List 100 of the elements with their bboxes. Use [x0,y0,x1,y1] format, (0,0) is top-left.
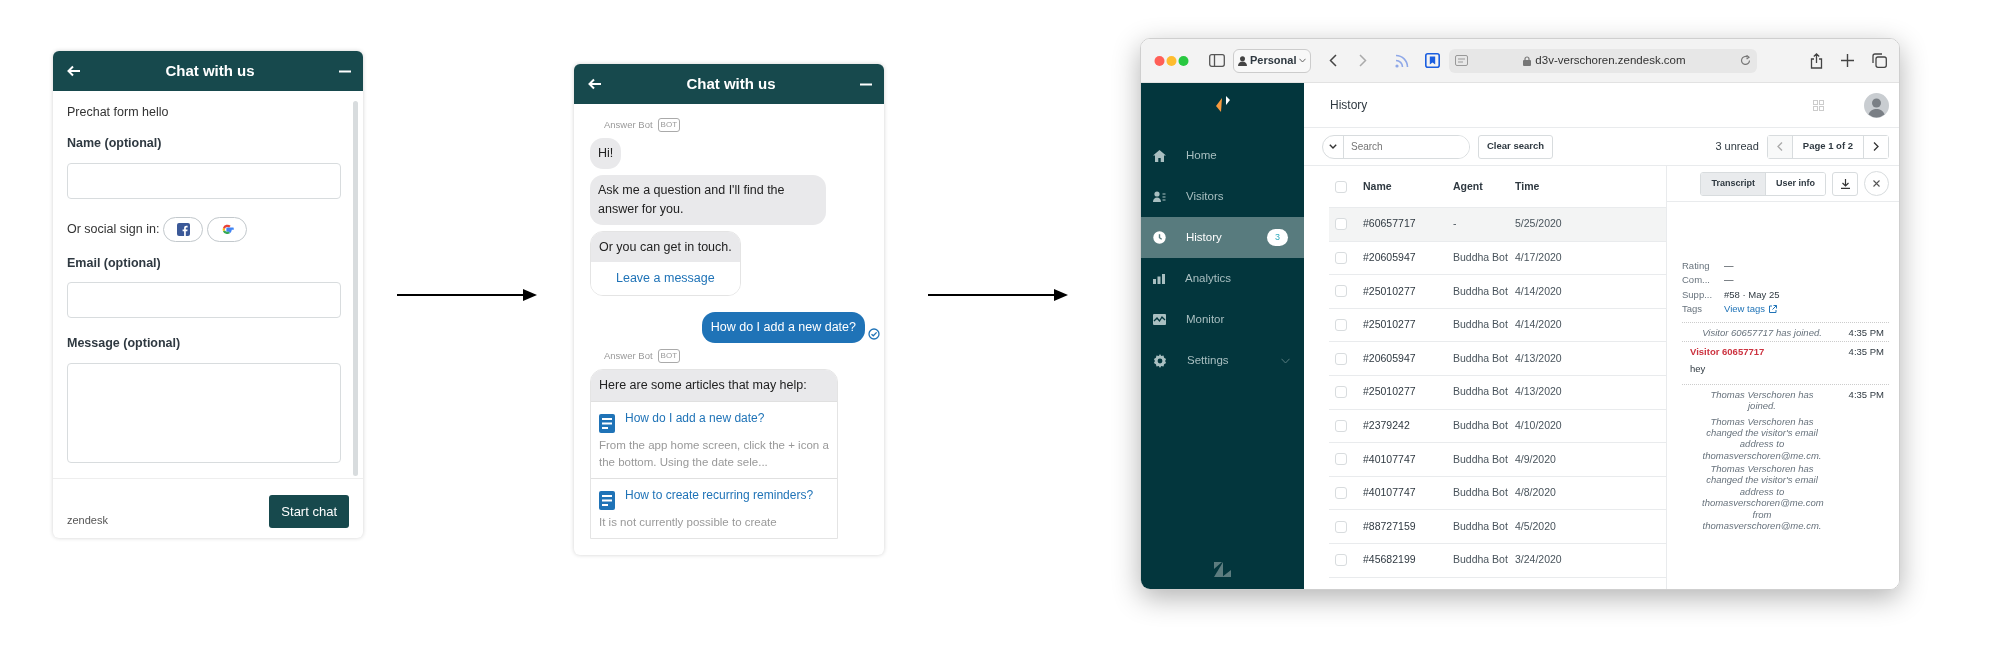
checkbox[interactable] [1335,180,1347,193]
scrollbar[interactable] [353,101,358,476]
table-cell: 4/9/2020 [1515,452,1556,465]
table-row[interactable]: #60657717 - 5/25/2020 [1329,208,1666,242]
download-button[interactable] [1832,171,1858,196]
article-link[interactable]: How to create recurring reminders? [625,486,814,504]
checkbox[interactable] [1335,352,1347,365]
tabs-overview-icon[interactable] [1872,53,1887,68]
checkbox[interactable] [1335,453,1347,466]
facebook-button[interactable] [163,216,204,242]
checkbox[interactable] [1335,218,1347,231]
field-value: — [1724,260,1734,272]
column-header[interactable]: Time [1515,179,1540,192]
table-cell: #25010277 [1363,318,1416,331]
address-bar[interactable]: d3v-verschoren.zendesk.com [1449,48,1758,73]
chat-message: hey [1690,363,1707,375]
sidebar-item[interactable]: Home [1141,135,1304,176]
widget-title: Chat with us [165,60,255,81]
delivered-check-icon [868,328,880,341]
sidebar-item[interactable]: Visitors [1141,176,1304,217]
avatar[interactable] [1864,92,1889,118]
system-event: Visitor 60657717 has joined. [1702,326,1822,338]
tab[interactable]: Transcript [1701,172,1765,195]
contacts-icon [1153,191,1166,202]
settings-icon [1153,353,1167,368]
checkbox[interactable] [1335,285,1347,298]
table-cell: #20605947 [1363,251,1416,263]
checkbox[interactable] [1335,520,1347,533]
table-row[interactable]: #40107747 Buddha Bot 4/9/2020 [1329,443,1666,477]
table-row[interactable]: #40107747 Buddha Bot 4/8/2020 [1329,476,1666,511]
minimize-icon[interactable] [339,69,351,73]
chevron-down-icon [1329,144,1337,149]
sidebar-item[interactable]: Settings [1141,340,1304,381]
window-controls-icon[interactable] [1154,54,1189,67]
tab[interactable]: User info [1765,172,1825,195]
google-button[interactable] [207,216,248,242]
table-cell: 4/8/2020 [1515,486,1556,499]
start-chat-button[interactable]: Start chat [269,494,349,528]
table-cell: Buddha Bot [1453,486,1508,499]
reload-icon[interactable] [1740,55,1752,66]
table-row[interactable]: #25010277 Buddha Bot 4/14/2020 [1329,275,1666,309]
sender-name: Answer Bot [604,348,653,363]
bookmark-icon[interactable] [1425,53,1441,68]
profile-button[interactable]: Personal [1233,48,1312,73]
share-icon[interactable] [1810,52,1823,69]
chevron-left-icon [1776,142,1783,151]
bot-message: Or you can get in touch. [591,231,740,263]
table-row[interactable]: #45682199 Buddha Bot 3/24/2020 [1329,543,1666,578]
feed-icon[interactable] [1395,53,1410,68]
table-cell: 5/25/2020 [1515,217,1562,230]
checkbox[interactable] [1335,386,1347,399]
sidebar-item[interactable]: History 3 [1141,217,1304,258]
article-link[interactable]: How do I add a new date? [625,408,829,427]
back-icon[interactable] [1329,54,1338,67]
apps-grid-icon[interactable] [1813,99,1824,111]
sidebar-item[interactable]: Monitor [1141,299,1304,340]
column-header[interactable]: Agent [1453,179,1483,192]
table-row[interactable]: #20605947 Buddha Bot 4/13/2020 [1329,342,1666,376]
event-time: 4:35 PM [1848,345,1884,358]
minimize-icon[interactable] [860,82,872,86]
checkbox[interactable] [1335,419,1347,432]
table-row[interactable]: #2379242 Buddha Bot 4/10/2020 [1329,409,1666,444]
view-tags-link[interactable]: View tags [1724,303,1777,315]
table-cell: #20605947 [1363,351,1416,364]
field-value: — [1724,274,1734,286]
clock-icon [1153,231,1166,244]
table-row[interactable]: #20605947 Buddha Bot 4/17/2020 [1329,241,1666,276]
table-cell: 4/13/2020 [1515,385,1562,398]
close-button[interactable] [1864,171,1889,196]
table-row[interactable]: #88727159 Buddha Bot 4/5/2020 [1329,510,1666,544]
clear-search-button[interactable]: Clear search [1478,134,1554,159]
input-field[interactable] [67,162,341,199]
chevron-down-icon [1281,357,1290,364]
input-field[interactable] [67,282,341,319]
system-event: Thomas Verschoren has changed the visitor's email address to thomasverschoren@me.cm. [1702,414,1822,463]
social-sign-in-label: Or social sign in: [67,220,160,238]
forward-icon[interactable] [1359,54,1368,67]
checkbox[interactable] [1335,251,1347,264]
lock-icon [1523,55,1532,66]
event-time: 4:35 PM [1848,388,1884,401]
table-row[interactable]: #25010277 Buddha Bot 4/14/2020 [1329,308,1666,343]
chevron-down-icon [1299,58,1307,63]
table-row[interactable]: #25010277 Buddha Bot 4/13/2020 [1329,375,1666,410]
chevron-right-icon [1873,142,1879,151]
sidebar-toggle-icon[interactable] [1209,54,1225,67]
checkbox[interactable] [1335,319,1347,332]
event-time: 4:35 PM [1848,326,1884,338]
page-title: History [1330,97,1368,114]
field-value: #58 · May 25 [1724,288,1780,301]
checkbox[interactable] [1335,554,1347,567]
message-field[interactable] [67,363,341,463]
checkbox[interactable] [1335,487,1347,500]
new-tab-icon[interactable] [1841,54,1854,67]
previous-page-button[interactable] [1767,135,1792,158]
column-header[interactable]: Name [1363,179,1392,192]
sidebar-item[interactable]: Analytics [1141,258,1304,299]
bot-message: Here are some articles that may help: [591,369,837,401]
table-cell: Buddha Bot [1453,452,1508,465]
table-cell: 4/17/2020 [1515,251,1562,263]
logo-icon [1213,95,1232,113]
